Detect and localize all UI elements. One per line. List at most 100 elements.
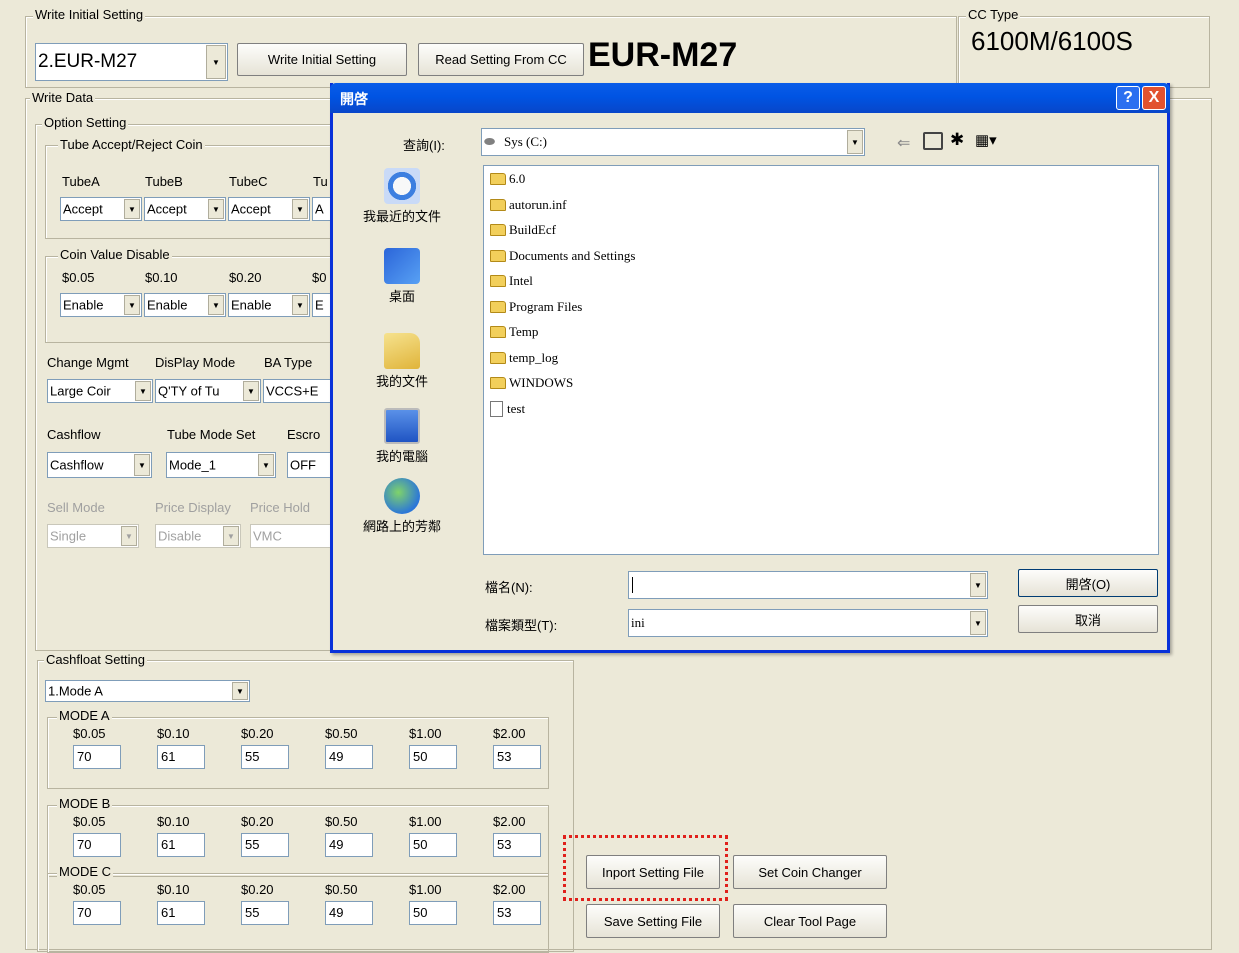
mode-coin-input[interactable]: 50 [409,901,457,925]
read-setting-button[interactable]: Read Setting From CC [418,43,584,76]
mode-coin-input[interactable]: 49 [325,901,373,925]
price-display-select[interactable]: Disable ▼ [155,524,241,548]
file-list-item[interactable]: temp_log [490,349,558,367]
tube-mode-set-label: Tube Mode Set [167,427,256,442]
close-button[interactable]: X [1142,86,1166,110]
new-folder-icon[interactable]: ✱ [950,130,964,150]
chevron-down-icon[interactable]: ▼ [970,611,986,635]
mode-coin-input[interactable]: 70 [73,833,121,857]
mode-coin-header: $0.20 [241,882,274,897]
eur-model-select[interactable]: 2.EUR-M27 ▼ [35,43,228,81]
filename-input[interactable]: ▼ [628,571,988,599]
cashflow-select[interactable]: Cashflow ▼ [47,452,152,478]
folder-icon [490,275,506,287]
file-list-item[interactable]: autorun.inf [490,196,566,214]
chevron-down-icon[interactable]: ▼ [124,199,140,219]
chevron-down-icon[interactable]: ▼ [243,381,259,401]
display-mode-select[interactable]: Q'TY of Tu ▼ [155,379,261,403]
price-hold-select[interactable]: VMC [250,524,331,548]
chevron-down-icon[interactable]: ▼ [258,454,274,476]
help-button[interactable]: ? [1116,86,1140,110]
chevron-down-icon[interactable]: ▼ [206,45,226,79]
mode-coin-input[interactable]: 70 [73,745,121,769]
set-coin-changer-button[interactable]: Set Coin Changer [733,855,887,889]
tube-a-select[interactable]: Accept ▼ [60,197,142,221]
file-list[interactable]: 6.0 autorun.inf BuildEcf Documents and Sett… [483,165,1159,555]
mode-coin-input[interactable]: 55 [241,901,289,925]
place-network[interactable]: 網路上的芳鄰 [347,478,457,535]
chevron-down-icon[interactable]: ▼ [292,295,308,315]
chevron-down-icon[interactable]: ▼ [208,295,224,315]
chevron-down-icon[interactable]: ▼ [223,526,239,546]
chevron-down-icon[interactable]: ▼ [970,573,986,597]
file-list-item[interactable]: BuildEcf [490,221,556,239]
place-desktop[interactable]: 桌面 [347,248,457,305]
file-list-item[interactable]: test [490,400,525,418]
file-name: autorun.inf [509,196,567,212]
tube-d-select[interactable]: A [312,197,332,221]
tube-mode-select[interactable]: Mode_1 ▼ [166,452,276,478]
chevron-down-icon[interactable]: ▼ [121,526,137,546]
mode-coin-input[interactable]: 53 [493,901,541,925]
coin-005-select[interactable]: Enable ▼ [60,293,142,317]
chevron-down-icon[interactable]: ▼ [134,454,150,476]
filetype-select[interactable]: ini ▼ [628,609,988,637]
file-list-item[interactable]: Program Files [490,298,582,316]
chevron-down-icon[interactable]: ▼ [124,295,140,315]
tube-c-select[interactable]: Accept ▼ [228,197,310,221]
chevron-down-icon[interactable]: ▼ [292,199,308,219]
view-menu-icon[interactable]: ▦▾ [975,131,997,149]
cc-type-value: 6100M/6100S [971,26,1133,56]
mode-coin-input[interactable]: 61 [157,901,205,925]
coin-050-select[interactable]: E [312,293,332,317]
write-initial-button[interactable]: Write Initial Setting [237,43,407,76]
escrow-select[interactable]: OFF [287,452,331,478]
ba-type-select[interactable]: VCCS+E [263,379,331,403]
place-my-docs[interactable]: 我的文件 [347,333,457,390]
mode-coin-input[interactable]: 55 [241,833,289,857]
back-icon[interactable]: ⇐ [897,133,910,153]
mode-coin-input[interactable]: 53 [493,833,541,857]
file-list-item[interactable]: WINDOWS [490,374,573,392]
folder-icon [490,249,506,262]
place-my-docs-label: 我的文件 [375,374,428,389]
file-list-item[interactable]: Temp [490,323,538,341]
dialog-cancel-button[interactable]: 取消 [1018,605,1158,633]
coin-010-select[interactable]: Enable ▼ [144,293,226,317]
mode-coin-input[interactable]: 55 [241,745,289,769]
cashfloat-mode-select[interactable]: 1.Mode A ▼ [45,680,250,702]
option-setting-legend: Option Setting [42,115,129,130]
chevron-down-icon[interactable]: ▼ [232,682,248,700]
change-mgmt-select[interactable]: Large Coir ▼ [47,379,153,403]
mode-coin-input[interactable]: 50 [409,745,457,769]
recent-documents-icon [384,168,420,204]
tube-b-select[interactable]: Accept ▼ [144,197,226,221]
clear-tool-page-button[interactable]: Clear Tool Page [733,904,887,938]
chevron-down-icon[interactable]: ▼ [208,199,224,219]
mode-coin-input[interactable]: 49 [325,745,373,769]
sell-mode-select[interactable]: Single ▼ [47,524,139,548]
mode-legend: MODE A [57,708,112,723]
chevron-down-icon[interactable]: ▼ [847,130,863,154]
up-folder-icon[interactable] [923,132,943,150]
file-list-item[interactable]: Documents and Settings [490,247,635,265]
file-list-item[interactable]: 6.0 [490,170,525,188]
mode-coin-input[interactable]: 50 [409,833,457,857]
file-list-item[interactable]: Intel [490,272,533,290]
coin-020-select[interactable]: Enable ▼ [228,293,310,317]
dialog-titlebar[interactable]: 開啓 ? X [330,83,1170,113]
mode-coin-header: $2.00 [493,814,526,829]
network-places-icon [384,478,420,514]
save-setting-button[interactable]: Save Setting File [586,904,720,938]
mode-coin-input[interactable]: 53 [493,745,541,769]
chevron-down-icon[interactable]: ▼ [135,381,151,401]
mode-coin-input[interactable]: 49 [325,833,373,857]
lookin-select[interactable]: ⬬ Sys (C:) ▼ [481,128,865,156]
mode-coin-input[interactable]: 61 [157,833,205,857]
mode-coin-input[interactable]: 61 [157,745,205,769]
place-my-computer[interactable]: 我的電腦 [347,408,457,465]
cashfloat-mode-value: 1.Mode A [48,683,103,699]
mode-coin-input[interactable]: 70 [73,901,121,925]
dialog-open-button[interactable]: 開啓(O) [1018,569,1158,597]
place-recent[interactable]: 我最近的文件 [347,168,457,225]
